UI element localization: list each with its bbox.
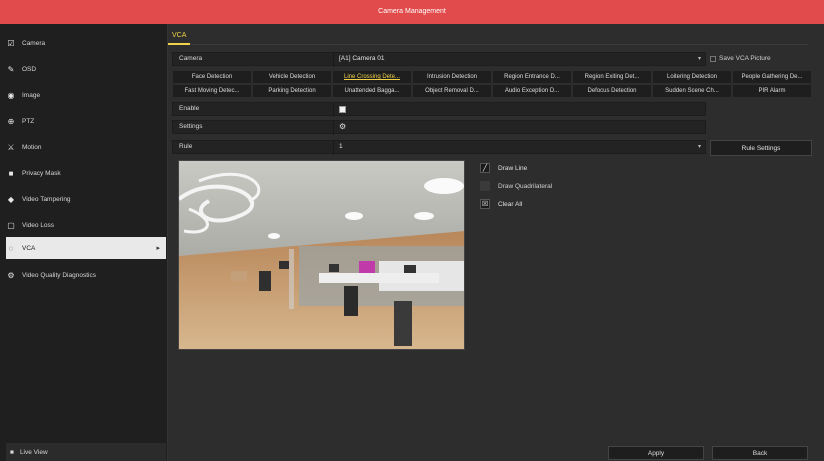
draw-line-button[interactable]: ╱ Draw Line (480, 162, 552, 174)
window-title: Camera Management (0, 0, 824, 24)
privacy-mask-icon: ■ (8, 168, 14, 178)
sidebar: ☑ Camera ✎ OSD ◉ Image ⊕ PTZ ⚔ Motion ■ … (0, 24, 168, 461)
sidebar-item-video-quality-diagnostics[interactable]: ⚙ Video Quality Diagnostics (6, 264, 166, 286)
sidebar-item-label: VCA (22, 244, 36, 252)
rule-settings-button[interactable]: Rule Settings (710, 140, 812, 156)
sidebar-item-label: Image (22, 91, 41, 99)
main-panel: VCA Camera [A1] Camera 01 ▾ Save VCA Pic… (168, 24, 824, 461)
video-loss-icon: ▢ (7, 220, 15, 230)
sidebar-item-camera[interactable]: ☑ Camera (6, 32, 166, 54)
detection-tab-fast-moving[interactable]: Fast Moving Detec... (172, 84, 252, 98)
settings-row: Settings ⚙ (172, 120, 706, 135)
back-button[interactable]: Back (712, 446, 808, 460)
rule-label: Rule (179, 143, 193, 150)
detection-type-grid: Face Detection Vehicle Detection Line Cr… (172, 70, 812, 98)
sidebar-item-label: Video Quality Diagnostics (22, 271, 96, 279)
camera-row: Camera [A1] Camera 01 ▾ (172, 52, 706, 67)
sidebar-item-label: Camera (22, 39, 46, 47)
clear-all-button[interactable]: ☒ Clear All (480, 198, 552, 210)
sidebar-item-motion[interactable]: ⚔ Motion (6, 136, 166, 158)
apply-button[interactable]: Apply (608, 446, 704, 460)
detection-tab-audio-exception[interactable]: Audio Exception D... (492, 84, 572, 98)
save-vca-picture-checkbox[interactable]: Save VCA Picture (710, 55, 771, 62)
live-view-button[interactable]: ■ Live View (6, 443, 166, 461)
detection-tab-intrusion[interactable]: Intrusion Detection (412, 70, 492, 84)
detection-tab-object-removal[interactable]: Object Removal D... (412, 84, 492, 98)
chevron-right-icon: ▸ (156, 245, 160, 252)
clear-all-label: Clear All (498, 200, 523, 208)
rule-select[interactable]: 1 (339, 143, 343, 150)
sidebar-item-label: Motion (22, 143, 42, 151)
draw-quadrilateral-label: Draw Quadrilateral (498, 182, 553, 190)
sidebar-item-video-tampering[interactable]: ◆ Video Tampering (6, 188, 166, 210)
detection-tab-face[interactable]: Face Detection (172, 70, 252, 84)
sidebar-item-label: PTZ (22, 117, 35, 125)
live-view-icon: ■ (10, 448, 14, 456)
detection-tab-vehicle[interactable]: Vehicle Detection (252, 70, 332, 84)
tab-divider (168, 44, 808, 45)
camera-preview[interactable] (178, 160, 465, 350)
sidebar-item-video-loss[interactable]: ▢ Video Loss (6, 214, 166, 236)
camera-label: Camera (179, 55, 203, 62)
clear-all-icon[interactable]: ☒ (480, 199, 490, 209)
draw-quadrilateral-icon[interactable] (480, 181, 490, 191)
detection-tab-parking[interactable]: Parking Detection (252, 84, 332, 98)
divider (333, 103, 334, 117)
enable-row: Enable (172, 102, 706, 117)
sidebar-item-osd[interactable]: ✎ OSD (6, 58, 166, 80)
detection-tab-region-exiting[interactable]: Region Exiting Det... (572, 70, 652, 84)
tab-active-indicator (168, 43, 190, 45)
draw-quadrilateral-button[interactable]: Draw Quadrilateral (480, 180, 552, 192)
sidebar-item-ptz[interactable]: ⊕ PTZ (6, 110, 166, 132)
office-scene-image (179, 161, 464, 349)
settings-label: Settings (179, 123, 203, 130)
enable-checkbox[interactable] (339, 106, 346, 113)
detection-tab-sudden-scene-change[interactable]: Sudden Scene Ch... (652, 84, 732, 98)
divider (333, 121, 334, 135)
ptz-icon: ⊕ (7, 116, 15, 126)
video-tampering-icon: ◆ (7, 194, 15, 204)
tab-vca[interactable]: VCA (172, 32, 186, 39)
sidebar-item-label: OSD (22, 65, 37, 73)
drawing-tools: ╱ Draw Line Draw Quadrilateral ☒ Clear A… (480, 162, 552, 216)
image-icon: ◉ (7, 90, 15, 100)
gear-icon[interactable]: ⚙ (339, 122, 346, 131)
rule-row: Rule 1 ▾ (172, 140, 706, 155)
sidebar-item-privacy-mask[interactable]: ■ Privacy Mask (6, 162, 166, 184)
detection-tab-region-entrance[interactable]: Region Entrance D... (492, 70, 572, 84)
detection-tab-pir-alarm[interactable]: PIR Alarm (732, 84, 812, 98)
sidebar-item-image[interactable]: ◉ Image (6, 84, 166, 106)
live-view-label: Live View (19, 448, 48, 456)
checkbox-icon[interactable] (710, 55, 716, 62)
detection-tab-defocus[interactable]: Defocus Detection (572, 84, 652, 98)
camera-select[interactable]: [A1] Camera 01 (339, 55, 385, 62)
motion-icon: ⚔ (7, 142, 15, 152)
draw-line-label: Draw Line (498, 164, 528, 172)
detection-tab-people-gathering[interactable]: People Gathering De... (732, 70, 812, 84)
sidebar-item-label: Video Loss (22, 221, 55, 229)
enable-label: Enable (179, 105, 200, 112)
divider (333, 141, 334, 155)
video-quality-icon: ⚙ (7, 270, 15, 280)
detection-tab-unattended-baggage[interactable]: Unattended Bagga... (332, 84, 412, 98)
detection-tab-loitering[interactable]: Loitering Detection (652, 70, 732, 84)
divider (333, 53, 334, 67)
sidebar-item-vca[interactable]: ◌ VCA ▸ (6, 237, 166, 259)
camera-icon: ☑ (7, 38, 15, 48)
chevron-down-icon[interactable]: ▾ (698, 55, 701, 62)
sidebar-item-label: Privacy Mask (22, 169, 61, 177)
detection-tab-line-crossing[interactable]: Line Crossing Dete... (332, 70, 412, 84)
sidebar-item-label: Video Tampering (22, 195, 71, 203)
chevron-down-icon[interactable]: ▾ (698, 143, 701, 150)
save-vca-picture-label: Save VCA Picture (719, 55, 771, 62)
vca-icon: ◌ (8, 243, 14, 253)
osd-icon: ✎ (7, 64, 15, 74)
draw-line-icon[interactable]: ╱ (480, 163, 490, 173)
